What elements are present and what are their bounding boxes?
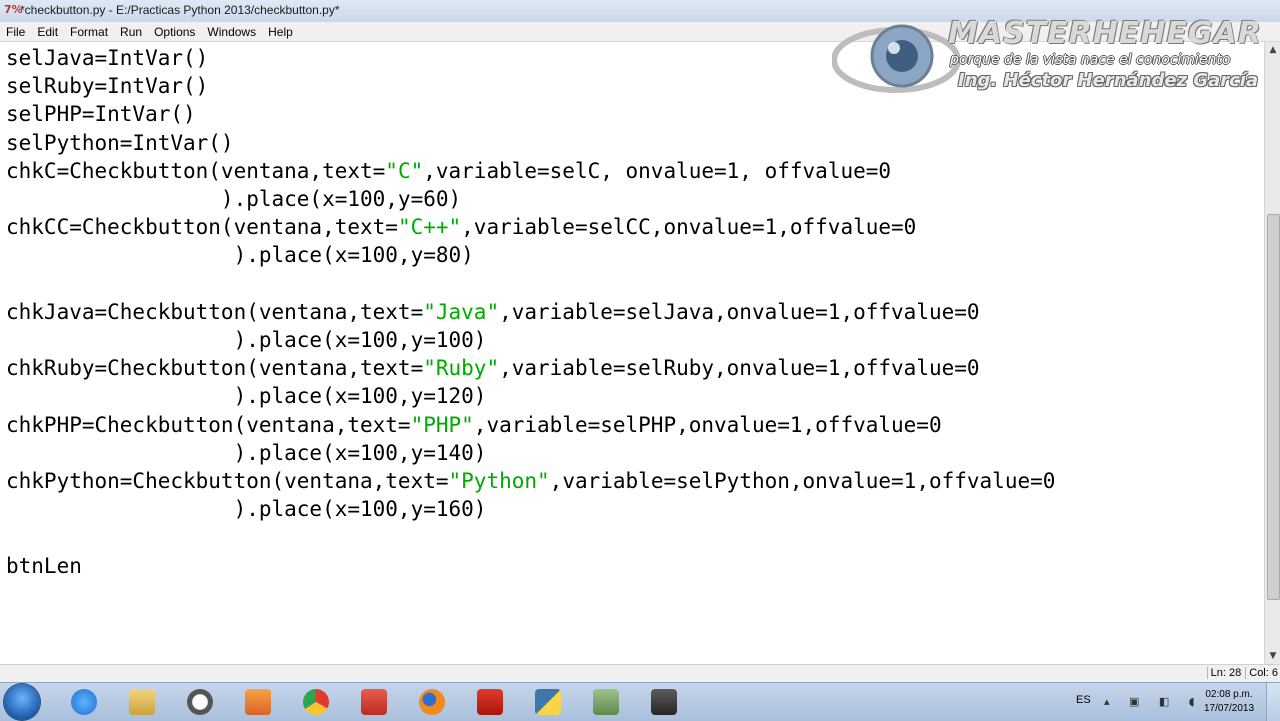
- menu-windows[interactable]: Windows: [201, 25, 262, 39]
- code-text: ).place(x=100,y=100): [6, 328, 487, 352]
- code-text: ,variable=selC, onvalue=1, offvalue=0: [423, 158, 892, 183]
- code-string: "PHP": [410, 412, 474, 437]
- code-line[interactable]: chkRuby=Checkbutton(ventana,text="Ruby",…: [6, 356, 980, 384]
- code-line[interactable]: chkPHP=Checkbutton(ventana,text="PHP",va…: [6, 413, 942, 441]
- status-bar: Ln: 28 Col: 6: [0, 664, 1280, 683]
- status-col: Col: 6: [1245, 667, 1278, 679]
- menu-run[interactable]: Run: [114, 25, 148, 39]
- menu-bar: File Edit Format Run Options Windows Hel…: [0, 22, 1280, 42]
- python-icon[interactable]: [528, 686, 568, 718]
- video-camera-icon[interactable]: [644, 686, 684, 718]
- title-bar: 7% *checkbutton.py - E:/Practicas Python…: [0, 0, 1280, 23]
- code-string: "Python": [448, 469, 550, 493]
- code-text: ).place(x=100,y=120): [6, 384, 487, 409]
- scrollbar-thumb[interactable]: [1267, 214, 1280, 600]
- vertical-scrollbar[interactable]: ▲ ▼: [1264, 42, 1280, 664]
- code-line[interactable]: selPHP=IntVar(): [6, 102, 196, 130]
- code-line[interactable]: ).place(x=100,y=160): [6, 497, 487, 525]
- code-line[interactable]: ).place(x=100,y=100): [6, 328, 487, 356]
- chrome-icon[interactable]: [296, 686, 336, 718]
- code-text: ,variable=selPython,onvalue=1,offvalue=0: [549, 469, 1056, 493]
- code-line[interactable]: ).place(x=100,y=140): [6, 440, 487, 469]
- notes-icon[interactable]: [586, 686, 626, 718]
- start-button[interactable]: [4, 684, 40, 720]
- menu-options[interactable]: Options: [148, 25, 201, 39]
- code-text: chkC=Checkbutton(ventana,text=: [6, 158, 386, 183]
- code-line[interactable]: chkCC=Checkbutton(ventana,text="C++",var…: [6, 215, 916, 243]
- bookmark-app-icon[interactable]: [354, 686, 394, 718]
- code-text: ,variable=selRuby,onvalue=1,offvalue=0: [499, 356, 980, 381]
- code-line[interactable]: selRuby=IntVar(): [6, 74, 208, 102]
- code-text: chkCC=Checkbutton(ventana,text=: [6, 215, 398, 240]
- code-text: selJava=IntVar(): [6, 46, 209, 70]
- code-text: ).place(x=100,y=60): [6, 187, 462, 211]
- code-text: ,variable=selPHP,onvalue=1,offvalue=0: [473, 412, 942, 437]
- clock-time: 02:08 p.m.: [1205, 689, 1253, 700]
- code-line[interactable]: chkJava=Checkbutton(ventana,text="Java",…: [6, 300, 980, 328]
- code-text: ).place(x=100,y=140): [6, 440, 487, 465]
- code-line[interactable]: btnLen: [6, 554, 82, 582]
- code-line[interactable]: selJava=IntVar(): [6, 46, 208, 74]
- tray-icons[interactable]: ▴ ▣ ◧ ◖: [1104, 695, 1203, 708]
- clock-app-icon[interactable]: [180, 686, 220, 718]
- menu-format[interactable]: Format: [64, 25, 114, 39]
- code-line[interactable]: ).place(x=100,y=120): [6, 384, 487, 412]
- code-line[interactable]: ).place(x=100,y=80): [6, 243, 474, 271]
- code-line[interactable]: ).place(x=100,y=60): [6, 187, 461, 215]
- file-explorer-icon[interactable]: [122, 686, 162, 718]
- code-text: ,variable=selCC,onvalue=1,offvalue=0: [461, 215, 917, 240]
- code-text: ).place(x=100,y=160): [6, 497, 487, 522]
- code-text: chkJava=Checkbutton(ventana,text=: [6, 299, 424, 324]
- code-text: selRuby=IntVar(): [6, 74, 209, 99]
- code-string: "Ruby": [423, 356, 500, 381]
- code-text: selPython=IntVar(): [6, 130, 234, 155]
- firefox-icon[interactable]: [412, 686, 452, 718]
- status-line: Ln: 28: [1206, 667, 1241, 679]
- media-player-icon[interactable]: [238, 686, 278, 718]
- code-string: "C": [385, 158, 424, 183]
- taskbar: ES ▴ ▣ ◧ ◖ 02:08 p.m. 17/07/2013: [0, 682, 1280, 721]
- code-editor[interactable]: selJava=IntVar() selRuby=IntVar() selPHP=I…: [0, 42, 1264, 664]
- idle-app-icon: 7%: [4, 3, 23, 16]
- window-title: *checkbutton.py - E:/Practicas Python 20…: [20, 3, 340, 17]
- code-text: ).place(x=100,y=80): [6, 243, 474, 268]
- clock-date: 17/07/2013: [1203, 703, 1255, 714]
- code-text: chkPython=Checkbutton(ventana,text=: [6, 469, 449, 493]
- code-line[interactable]: chkPython=Checkbutton(ventana,text="Pyth…: [6, 469, 1055, 497]
- menu-file[interactable]: File: [0, 25, 31, 39]
- menu-help[interactable]: Help: [262, 25, 299, 39]
- code-line[interactable]: selPython=IntVar(): [6, 131, 234, 159]
- scroll-up-icon[interactable]: ▲: [1265, 42, 1280, 58]
- show-desktop-button[interactable]: [1266, 683, 1280, 721]
- code-text: ,variable=selJava,onvalue=1,offvalue=0: [499, 299, 980, 324]
- code-line[interactable]: chkC=Checkbutton(ventana,text="C",variab…: [6, 159, 891, 187]
- code-text: chkRuby=Checkbutton(ventana,text=: [6, 356, 424, 381]
- code-string: "C++": [397, 215, 462, 240]
- code-string: "Java": [423, 299, 500, 324]
- scroll-down-icon[interactable]: ▼: [1265, 648, 1280, 664]
- clock[interactable]: 02:08 p.m. 17/07/2013: [1196, 688, 1262, 716]
- code-text: chkPHP=Checkbutton(ventana,text=: [6, 412, 411, 437]
- menu-edit[interactable]: Edit: [31, 25, 64, 39]
- pdf-reader-icon[interactable]: [470, 686, 510, 718]
- code-text: selPHP=IntVar(): [6, 102, 196, 127]
- internet-explorer-icon[interactable]: [64, 686, 104, 718]
- language-indicator[interactable]: ES: [1076, 694, 1091, 706]
- code-text: btnLen: [6, 553, 82, 578]
